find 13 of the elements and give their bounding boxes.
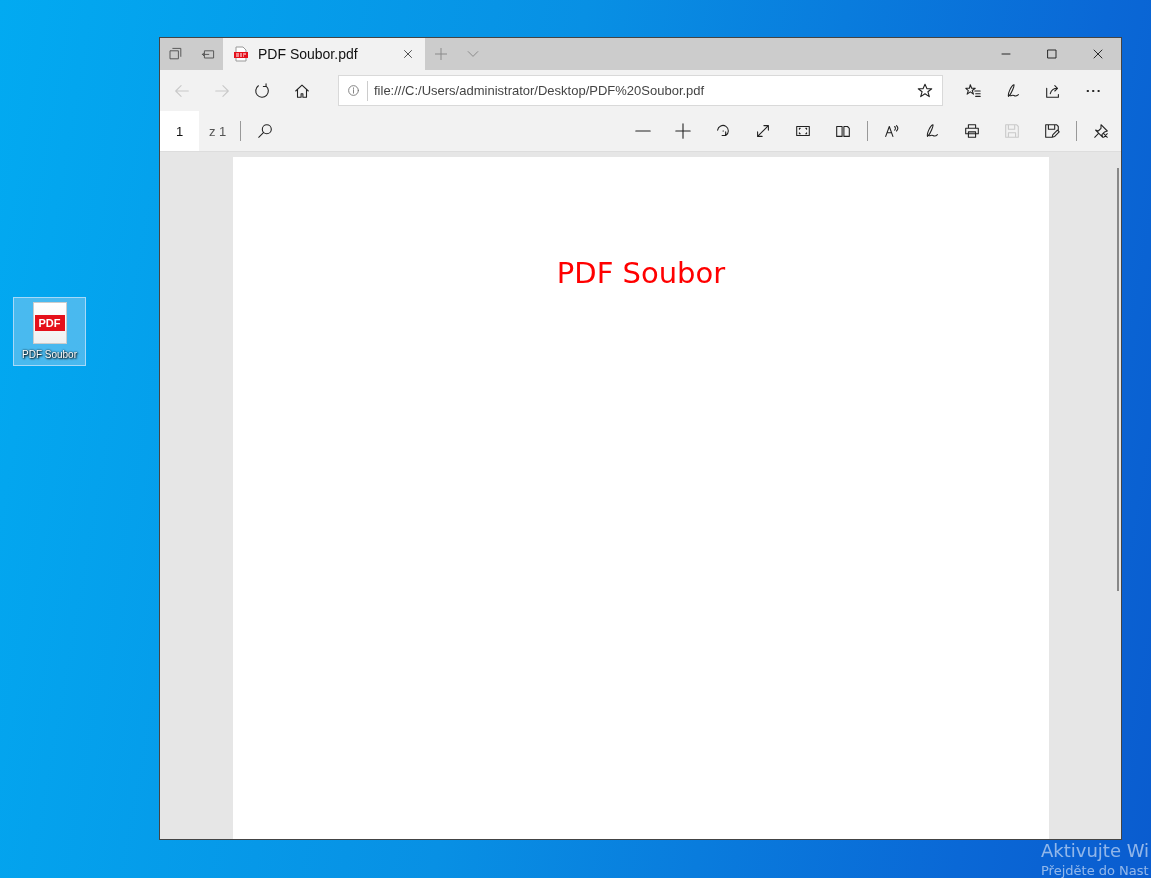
activation-title: Aktivujte Wi <box>1041 840 1150 861</box>
desktop-shortcut[interactable]: PDF PDF Soubor <box>13 297 86 366</box>
address-field[interactable]: file:///C:/Users/administrator/Desktop/PDF%20Soubor.pdf <box>338 75 943 106</box>
pdf-file-icon: PDF <box>32 302 67 344</box>
document-heading: PDF Soubor <box>556 256 726 290</box>
activation-hint: Přejděte do Nast <box>1041 863 1150 878</box>
page-count: z 1 <box>208 122 228 141</box>
scrollbar[interactable] <box>1117 168 1119 591</box>
info-icon[interactable] <box>346 83 361 98</box>
close-icon[interactable] <box>401 47 415 61</box>
page-number-field[interactable]: 1 <box>160 111 199 151</box>
browser-tab[interactable]: PDF Soubor.pdf <box>223 38 425 70</box>
favorite-star-icon[interactable] <box>916 81 934 100</box>
